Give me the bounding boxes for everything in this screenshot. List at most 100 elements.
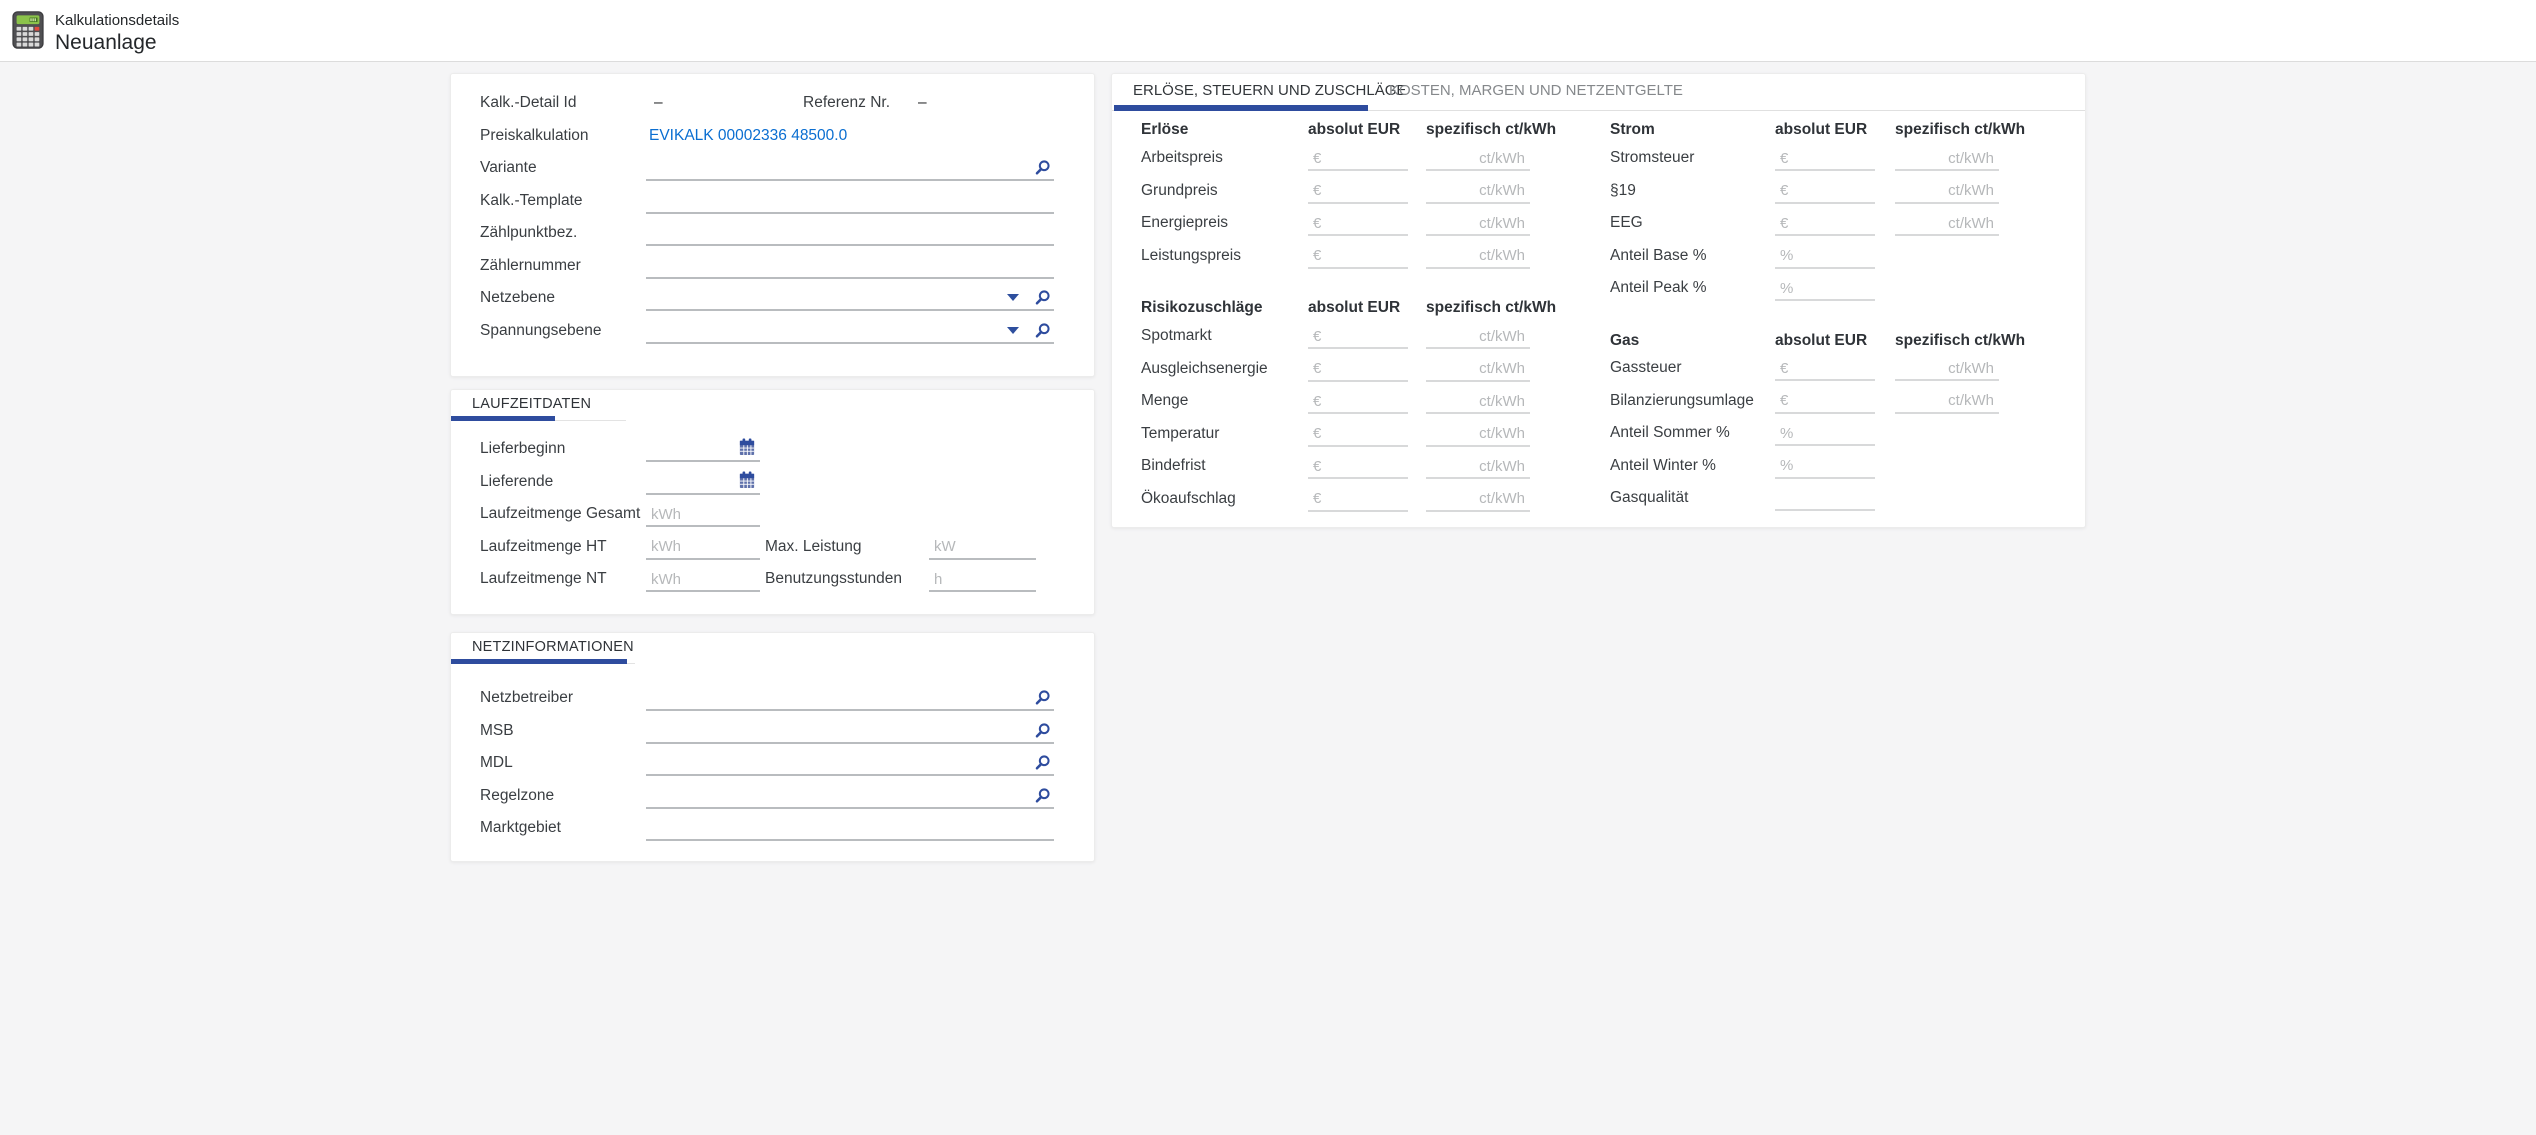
tab-kosten-margen-netzentgelte[interactable]: KOSTEN, MARGEN UND NETZENTGELTE (1389, 74, 1683, 107)
bilanzierungsumlage-absolut-input[interactable] (1775, 390, 1875, 414)
gasqualität-label: Gasqualität (1610, 482, 1688, 514)
anteil-base-%-absolut-input[interactable] (1775, 245, 1875, 269)
zählpunktbez-input[interactable] (646, 222, 1054, 246)
form-row: EEG (1112, 207, 2085, 239)
search-icon[interactable] (1034, 722, 1051, 744)
form-row: MSB (451, 715, 1094, 747)
form-row: Zählernummer (451, 250, 1094, 282)
laufzeitmenge-ht-label: Laufzeitmenge HT (480, 531, 607, 563)
search-icon[interactable] (1034, 689, 1051, 711)
tab-netzinformationen[interactable]: NETZINFORMATIONEN (472, 639, 634, 655)
referenz-nr-label: Referenz Nr. (803, 87, 890, 119)
§19-absolut-input[interactable] (1775, 180, 1875, 204)
form-row: Anteil Sommer % (1112, 417, 2085, 449)
form-row: Regelzone (451, 780, 1094, 812)
tab-laufzeitdaten[interactable]: LAUFZEITDATEN (472, 396, 591, 412)
search-icon[interactable] (1034, 787, 1051, 809)
eeg-label: EEG (1610, 207, 1643, 239)
search-icon[interactable] (1034, 322, 1051, 344)
bilanzierungsumlage-spezifisch-input[interactable] (1895, 390, 1999, 414)
form-row: Gasqualität (1112, 482, 2085, 514)
form-row: Kalk.-Template (451, 185, 1094, 217)
referenz-nr-value: – (918, 87, 927, 119)
netzebene-input[interactable] (646, 287, 1054, 311)
§19-spezifisch-input[interactable] (1895, 180, 1999, 204)
eeg-spezifisch-input[interactable] (1895, 212, 1999, 236)
netzbetreiber-label: Netzbetreiber (480, 682, 573, 714)
benutzungsstunden-label: Benutzungsstunden (765, 563, 902, 595)
gassteuer-absolut-input[interactable] (1775, 357, 1875, 381)
app-title: Kalkulationsdetails (55, 12, 179, 29)
form-row: Laufzeitmenge Gesamt (451, 498, 1094, 530)
form-row: Lieferbeginn (451, 433, 1094, 465)
form-row: MDL (451, 747, 1094, 779)
netzinformationen-tab-underline (451, 659, 627, 664)
laufzeitmenge-gesamt-input[interactable] (646, 503, 760, 527)
stromsteuer-label: Stromsteuer (1610, 142, 1694, 174)
spotmarkt-absolut-input[interactable] (1308, 325, 1408, 349)
eeg-absolut-input[interactable] (1775, 212, 1875, 236)
gassteuer-spezifisch-input[interactable] (1895, 357, 1999, 381)
calendar-icon[interactable] (739, 438, 755, 461)
msb-input[interactable] (646, 720, 1054, 744)
gas-group-title: Gas (1610, 331, 1639, 351)
form-row: Gassteuer (1112, 352, 2085, 384)
lieferbeginn-label: Lieferbeginn (480, 433, 565, 465)
benutzungsstunden-input[interactable] (929, 568, 1036, 592)
risiko-group-title: Risikozuschläge (1141, 298, 1262, 318)
stromsteuer-absolut-input[interactable] (1775, 147, 1875, 171)
erloese-absolut-eur-header: absolut EUR (1308, 120, 1400, 140)
form-row: Lieferende (451, 466, 1094, 498)
form-row: Netzbetreiber (451, 682, 1094, 714)
netzbetreiber-input[interactable] (646, 687, 1054, 711)
form-row: Variante (451, 152, 1094, 184)
laufzeitmenge-gesamt-label: Laufzeitmenge Gesamt (480, 498, 640, 530)
page: Kalkulationsdetails Neuanlage Kalk.-Deta… (0, 0, 2536, 1135)
variante-input[interactable] (646, 157, 1054, 181)
calendar-icon[interactable] (739, 471, 755, 494)
form-row: Zählpunktbez. (451, 217, 1094, 249)
zählpunktbez-label: Zählpunktbez. (480, 217, 577, 249)
max-leistung-label: Max. Leistung (765, 531, 862, 563)
spotmarkt-spezifisch-input[interactable] (1426, 325, 1530, 349)
kalk-template-input[interactable] (646, 190, 1054, 214)
laufzeitmenge-nt-input[interactable] (646, 568, 760, 592)
laufzeitdaten-card: LAUFZEITDATEN LieferbeginnLieferendeLauf… (450, 389, 1095, 615)
anteil-sommer-%-absolut-input[interactable] (1775, 422, 1875, 446)
spotmarkt-label: Spotmarkt (1141, 320, 1212, 352)
search-icon[interactable] (1034, 289, 1051, 311)
form-row: Laufzeitmenge HT Max. Leistung (451, 531, 1094, 563)
tab-strip: ERLÖSE, STEUERN UND ZUSCHLÄGE KOSTEN, MA… (1112, 74, 2085, 112)
regelzone-label: Regelzone (480, 780, 554, 812)
regelzone-input[interactable] (646, 785, 1054, 809)
anteil-sommer-%-label: Anteil Sommer % (1610, 417, 1730, 449)
anteil-winter-%-absolut-input[interactable] (1775, 455, 1875, 479)
form-row: Spannungsebene (451, 315, 1094, 347)
stromsteuer-spezifisch-input[interactable] (1895, 147, 1999, 171)
calculator-icon (12, 11, 44, 49)
mdl-label: MDL (480, 747, 513, 779)
zählernummer-input[interactable] (646, 255, 1054, 279)
dropdown-icon[interactable] (1007, 327, 1019, 334)
preiskalkulation-label: Preiskalkulation (480, 120, 589, 152)
form-row: Anteil Base % (1112, 240, 2085, 272)
laufzeitmenge-ht-input[interactable] (646, 536, 760, 560)
gasqualität-absolut-input[interactable] (1775, 487, 1875, 511)
marktgebiet-input[interactable] (646, 817, 1054, 841)
form-row: Netzebene (451, 282, 1094, 314)
search-icon[interactable] (1034, 754, 1051, 776)
form-row: Laufzeitmenge NTBenutzungsstunden (451, 563, 1094, 595)
erloese-group-title: Erlöse (1141, 120, 1188, 140)
spannungsebene-input[interactable] (646, 320, 1054, 344)
netzebene-label: Netzebene (480, 282, 555, 314)
dropdown-icon[interactable] (1007, 294, 1019, 301)
anteil-peak-%-absolut-input[interactable] (1775, 277, 1875, 301)
tab-erloese-steuern-zuschlaege[interactable]: ERLÖSE, STEUERN UND ZUSCHLÄGE (1133, 74, 1406, 107)
search-icon[interactable] (1034, 159, 1051, 181)
anteil-peak-%-label: Anteil Peak % (1610, 272, 1707, 304)
max-leistung-input[interactable] (929, 536, 1036, 560)
risiko-absolut-eur-header: absolut EUR (1308, 298, 1400, 318)
risiko-spezifisch-header: spezifisch ct/kWh (1426, 298, 1556, 318)
preiskalkulation-link[interactable]: EVIKALK 00002336 48500.0 (649, 120, 847, 152)
mdl-input[interactable] (646, 752, 1054, 776)
